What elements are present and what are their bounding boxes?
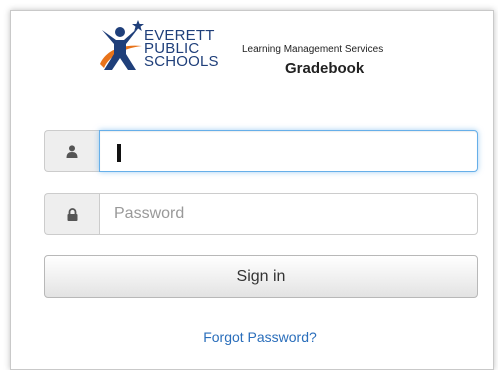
password-group — [44, 193, 478, 235]
text-cursor — [117, 144, 121, 162]
password-input[interactable] — [99, 193, 478, 235]
username-group — [44, 130, 478, 172]
sign-in-button[interactable]: Sign in — [44, 255, 478, 298]
login-panel — [10, 10, 494, 370]
header-tagline: Learning Management Services — [242, 44, 384, 55]
logo-line-3: SCHOOLS — [144, 53, 219, 70]
app-name: Gradebook — [285, 60, 365, 77]
password-addon — [44, 193, 99, 235]
logo-figure-icon — [100, 20, 144, 70]
logo-wordmark: EVERETT PUBLIC SCHOOLS — [144, 28, 219, 70]
username-input[interactable] — [99, 130, 478, 172]
district-logo: EVERETT PUBLIC SCHOOLS — [96, 20, 234, 82]
user-icon — [66, 144, 78, 158]
forgot-password-link[interactable]: Forgot Password? — [0, 329, 498, 345]
lock-icon — [67, 207, 77, 221]
username-addon — [44, 130, 99, 172]
